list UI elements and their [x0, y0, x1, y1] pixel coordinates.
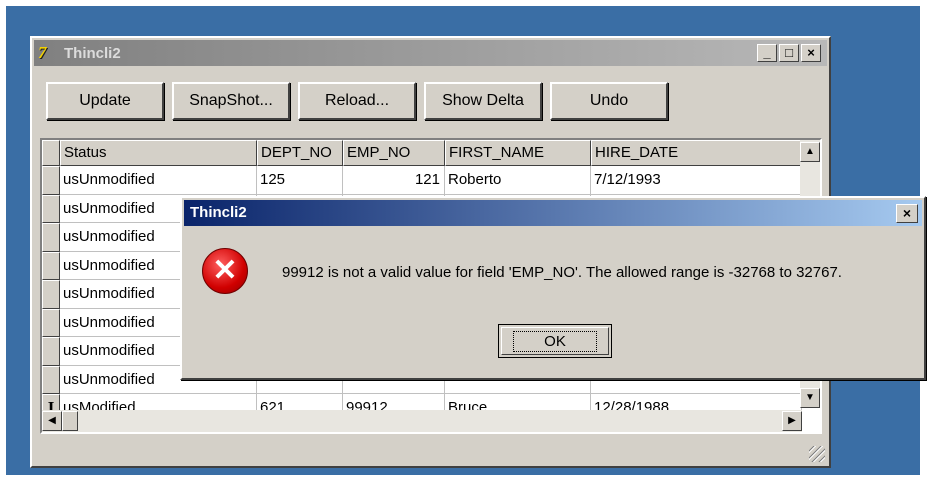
- update-button[interactable]: Update: [46, 82, 164, 120]
- cell-emp-no[interactable]: 121: [343, 166, 445, 195]
- ok-button-face: OK: [501, 327, 609, 355]
- column-header-dept-no[interactable]: DEPT_NO: [257, 140, 343, 166]
- desktop: 7 Thincli2 _ □ × Update SnapShot... Relo…: [6, 6, 926, 475]
- close-button[interactable]: ×: [801, 44, 821, 62]
- horizontal-scrollbar[interactable]: ◀ ▶: [42, 410, 802, 432]
- row-indicator[interactable]: [42, 251, 60, 280]
- horizontal-scroll-thumb[interactable]: [62, 411, 78, 431]
- scroll-left-button[interactable]: ◀: [42, 411, 62, 431]
- undo-button[interactable]: Undo: [550, 82, 668, 120]
- app-icon: 7: [38, 43, 47, 62]
- row-indicator[interactable]: [42, 365, 60, 394]
- scroll-down-button[interactable]: ▼: [800, 388, 820, 408]
- column-header-hire-date[interactable]: HIRE_DATE: [591, 140, 802, 166]
- cell-dept-no[interactable]: 125: [257, 166, 343, 195]
- minimize-button[interactable]: _: [757, 44, 777, 62]
- header-indicator: [42, 140, 60, 166]
- ok-button[interactable]: OK: [498, 324, 612, 358]
- row-indicator[interactable]: [42, 194, 60, 223]
- window-title: Thincli2: [64, 44, 121, 62]
- toolbar: Update SnapShot... Reload... Show Delta …: [46, 82, 668, 120]
- ok-button-label: OK: [513, 330, 597, 352]
- row-indicator[interactable]: [42, 223, 60, 252]
- dialog-titlebar[interactable]: Thincli2 ×: [184, 200, 922, 226]
- grid-header: Status DEPT_NO EMP_NO FIRST_NAME HIRE_DA…: [42, 140, 802, 166]
- dialog-close-button[interactable]: ×: [896, 204, 918, 223]
- snapshot-button[interactable]: SnapShot...: [172, 82, 290, 120]
- scroll-up-button[interactable]: ▲: [800, 142, 820, 162]
- error-icon: ✕: [202, 248, 248, 294]
- column-header-first-name[interactable]: FIRST_NAME: [445, 140, 591, 166]
- row-indicator[interactable]: [42, 308, 60, 337]
- window-titlebar[interactable]: 7 Thincli2 _ □ ×: [34, 40, 827, 66]
- row-indicator[interactable]: [42, 337, 60, 366]
- maximize-button[interactable]: □: [779, 44, 799, 62]
- cell-status[interactable]: usUnmodified: [60, 166, 257, 195]
- cell-first-name[interactable]: Roberto: [445, 166, 591, 195]
- column-header-emp-no[interactable]: EMP_NO: [343, 140, 445, 166]
- resize-grip[interactable]: [809, 446, 825, 462]
- cell-hire-date[interactable]: 7/12/1993: [591, 166, 802, 195]
- column-header-status[interactable]: Status: [60, 140, 257, 166]
- row-indicator[interactable]: [42, 166, 60, 195]
- error-dialog: Thincli2 × ✕ 99912 is not a valid value …: [180, 196, 926, 380]
- table-row[interactable]: usUnmodified 125 121 Roberto 7/12/1993: [42, 166, 802, 195]
- reload-button[interactable]: Reload...: [298, 82, 416, 120]
- dialog-message: 99912 is not a valid value for field 'EM…: [282, 264, 842, 281]
- row-indicator[interactable]: [42, 280, 60, 309]
- show-delta-button[interactable]: Show Delta: [424, 82, 542, 120]
- dialog-title: Thincli2: [190, 204, 247, 221]
- scroll-right-button[interactable]: ▶: [782, 411, 802, 431]
